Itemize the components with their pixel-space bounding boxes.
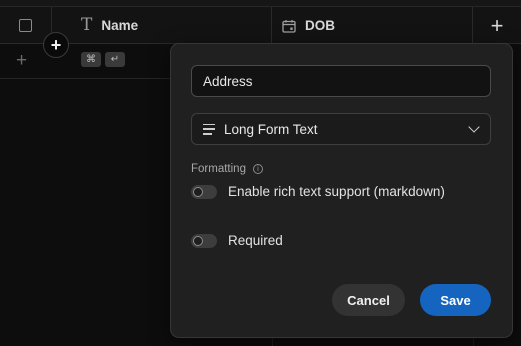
- save-button[interactable]: Save: [420, 284, 491, 316]
- required-toggle-row[interactable]: Required: [191, 233, 283, 248]
- column-label: DOB: [305, 18, 335, 33]
- rich-text-label: Enable rich text support (markdown): [228, 184, 445, 199]
- long-text-icon: [203, 123, 215, 135]
- field-type-select[interactable]: Long Form Text: [191, 113, 491, 145]
- text-type-icon: T: [81, 15, 93, 35]
- top-strip: [0, 0, 521, 7]
- column-header-dob[interactable]: DOB: [272, 7, 473, 44]
- field-settings-popover: Address Long Form Text Formatting i Enab…: [170, 43, 513, 338]
- field-name-value: Address: [203, 73, 253, 89]
- enter-key-icon: ↵: [105, 52, 125, 67]
- required-label: Required: [228, 233, 283, 248]
- field-type-value: Long Form Text: [224, 121, 318, 137]
- chevron-down-icon: [468, 121, 480, 133]
- new-row: + ⌘ ↵: [0, 44, 170, 79]
- calendar-icon: [282, 19, 296, 33]
- plus-icon: +: [490, 12, 504, 38]
- field-name-input[interactable]: Address: [191, 65, 491, 97]
- cancel-button[interactable]: Cancel: [332, 284, 405, 316]
- add-row-icon[interactable]: +: [16, 51, 27, 70]
- formatting-section-label: Formatting i: [191, 163, 263, 175]
- select-all-checkbox[interactable]: [19, 19, 32, 32]
- add-row-floating-button[interactable]: +: [43, 32, 69, 58]
- formatting-label: Formatting: [191, 163, 246, 175]
- table-header: T Name DOB +: [0, 7, 521, 44]
- keyboard-shortcut-hint: ⌘ ↵: [81, 52, 125, 67]
- column-header-name[interactable]: T Name: [52, 7, 272, 44]
- command-key-icon: ⌘: [81, 52, 101, 67]
- app-canvas: T Name DOB + + ⌘ ↵ + Address Long Form T…: [0, 0, 521, 346]
- plus-icon: +: [50, 35, 62, 55]
- rich-text-toggle-row[interactable]: Enable rich text support (markdown): [191, 184, 445, 199]
- add-column-button[interactable]: +: [473, 7, 521, 44]
- info-icon[interactable]: i: [252, 164, 263, 174]
- rich-text-toggle[interactable]: [191, 184, 217, 199]
- column-label: Name: [101, 18, 139, 33]
- required-toggle[interactable]: [191, 233, 217, 248]
